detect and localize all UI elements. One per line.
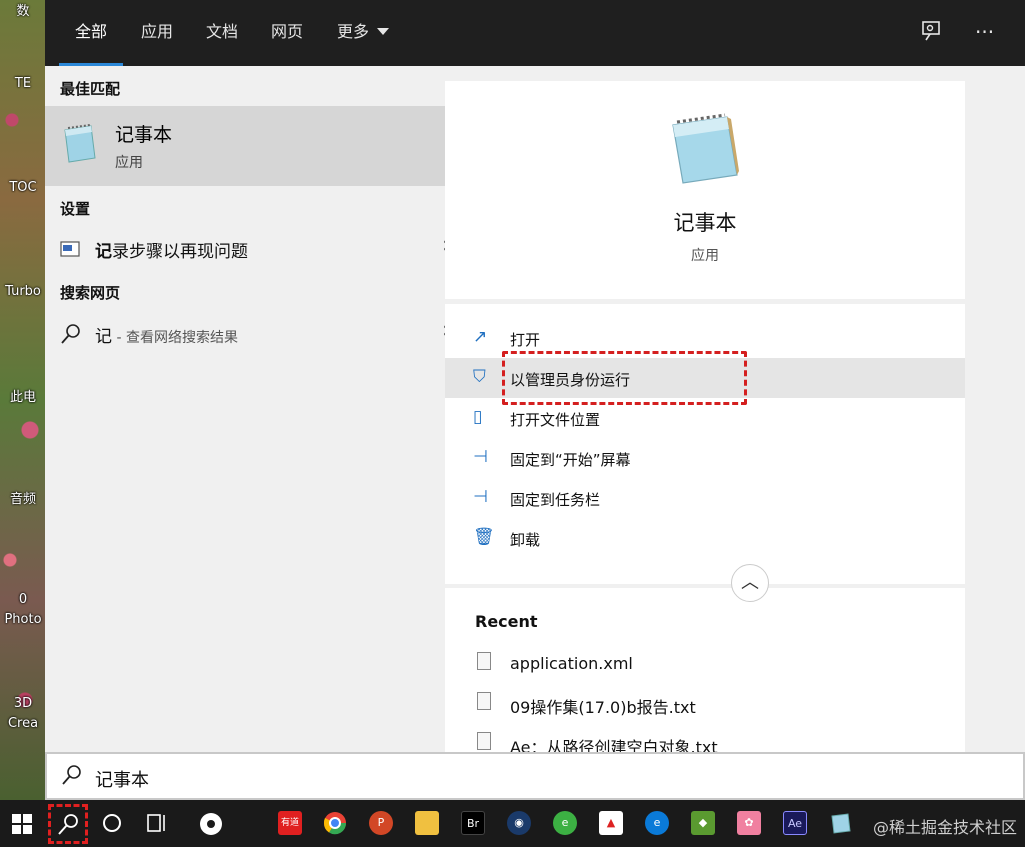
settings-result-item[interactable]: 记录步骤以再现问题 › [45, 229, 475, 269]
web-search-result-item[interactable]: 记 - 查看网络搜索结果 › [45, 314, 475, 354]
open-icon: ↗ [473, 327, 488, 347]
desktop-icon[interactable]: 音频 [0, 488, 46, 507]
recent-heading: Recent [475, 612, 538, 631]
best-match-item[interactable]: 记事本 应用 [45, 106, 475, 186]
recent-file-item[interactable]: Ae：从路径创建空白对象.txt [445, 724, 965, 752]
colorful-app-icon[interactable]: ✿ [737, 811, 761, 835]
app-detail-name: 记事本 [673, 211, 737, 235]
desktop-icon[interactable]: Turbo [0, 284, 46, 299]
filter-tab-bar: 全部 应用 文档 网页 更多 ··· [45, 0, 1025, 66]
cortana-icon[interactable] [102, 813, 122, 833]
desktop-icon[interactable]: TOC [0, 180, 46, 195]
desktop-icon[interactable]: TE [0, 76, 46, 91]
action-pin-to-taskbar[interactable]: ⊣ 固定到任务栏 [445, 478, 965, 518]
desktop-icon[interactable]: 数 [0, 0, 46, 19]
desktop-icon[interactable]: 此电 [0, 386, 46, 405]
youdao-icon[interactable]: 有道 [278, 811, 302, 835]
action-uninstall[interactable]: 🗑 卸载 [445, 518, 965, 558]
tab-documents[interactable]: 文档 [206, 0, 238, 66]
file-explorer-icon[interactable] [415, 811, 439, 835]
steps-recorder-icon [60, 241, 80, 257]
powerpoint-icon[interactable]: P [369, 811, 393, 835]
folder-icon: ▯ [473, 407, 483, 427]
notepad-large-icon [672, 113, 739, 184]
chevron-up-icon: ︿ [741, 572, 759, 593]
recent-file-item[interactable]: 09操作集(17.0)b报告.txt [445, 684, 965, 724]
tab-more[interactable]: 更多 [337, 0, 390, 66]
app-actions-list: ↗ 打开 ⛉ 以管理员身份运行 ▯ 打开文件位置 ⊣ 固定到“开始”屏幕 ⊣ 固… [445, 304, 965, 584]
recent-files-section: Recent application.xml 09操作集(17.0)b报告.tx… [445, 588, 965, 752]
web-search-heading: 搜索网页 [60, 284, 121, 302]
search-icon[interactable] [56, 812, 80, 836]
wps-icon[interactable]: ▲ [599, 811, 623, 835]
watermark-text: @稀土掘金技术社区 [872, 818, 1017, 837]
game-app-icon[interactable]: ◆ [691, 811, 715, 835]
recent-file-item[interactable]: application.xml [445, 644, 965, 684]
c4d-icon[interactable]: ◉ [507, 811, 531, 835]
app-detail-type: 应用 [691, 248, 719, 264]
notepad-icon[interactable] [829, 811, 853, 835]
chrome-icon[interactable] [323, 811, 347, 835]
desktop-icon-label: Photo [4, 612, 42, 627]
edge-icon[interactable]: e [645, 811, 669, 835]
web-search-hint: - 查看网络搜索结果 [112, 330, 238, 346]
results-list: 最佳匹配 记事本 应用 设置 记录步骤以再现问题 › 搜索网页 记 - 查看网络… [45, 66, 475, 752]
settings-result-label: 录步骤以再现问题 [112, 242, 248, 262]
feedback-icon[interactable] [921, 20, 943, 47]
task-view-icon[interactable] [146, 813, 168, 833]
desktop-icon[interactable]: 3D [0, 696, 46, 711]
more-options-icon[interactable]: ··· [975, 20, 994, 44]
file-icon [477, 652, 491, 670]
desktop-icon[interactable]: 0 [0, 592, 46, 607]
after-effects-icon[interactable]: Ae [783, 811, 807, 835]
tab-web[interactable]: 网页 [271, 0, 303, 66]
search-input[interactable]: 记事本 [45, 752, 1025, 800]
windows-start-icon[interactable] [12, 814, 32, 834]
search-icon [61, 324, 80, 344]
search-input-value: 记事本 [95, 770, 149, 791]
search-icon [62, 765, 81, 785]
collapse-actions-button[interactable]: ︿ [731, 564, 769, 602]
pin-icon: ⊣ [473, 487, 488, 507]
tab-apps[interactable]: 应用 [141, 0, 173, 66]
desktop-icon-label: Crea [7, 716, 39, 731]
best-match-heading: 最佳匹配 [60, 80, 121, 98]
tab-all[interactable]: 全部 [58, 0, 124, 66]
highlight-annotation-box [502, 351, 747, 405]
bridge-icon[interactable]: Br [461, 811, 485, 835]
web-search-query: 记 [95, 327, 112, 347]
chevron-down-icon [377, 28, 390, 35]
file-icon [477, 732, 491, 750]
pinwheel-app-icon[interactable] [198, 811, 224, 837]
best-match-type: 应用 [115, 155, 143, 171]
settings-result-match: 记 [95, 242, 112, 262]
app-detail-header: 记事本 应用 [445, 81, 965, 299]
best-match-name: 记事本 [115, 124, 173, 146]
notepad-icon [64, 124, 96, 163]
browser-e-icon[interactable]: e [553, 811, 577, 835]
pin-icon: ⊣ [473, 447, 488, 467]
settings-heading: 设置 [60, 200, 91, 218]
file-icon [477, 692, 491, 710]
shield-icon: ⛉ [473, 367, 486, 387]
action-pin-to-start[interactable]: ⊣ 固定到“开始”屏幕 [445, 438, 965, 478]
taskbar: 有道 P Br ◉ e ▲ e ◆ ✿ Ae @稀土掘金技术社区 [0, 800, 1025, 847]
trash-icon: 🗑 [473, 527, 495, 547]
